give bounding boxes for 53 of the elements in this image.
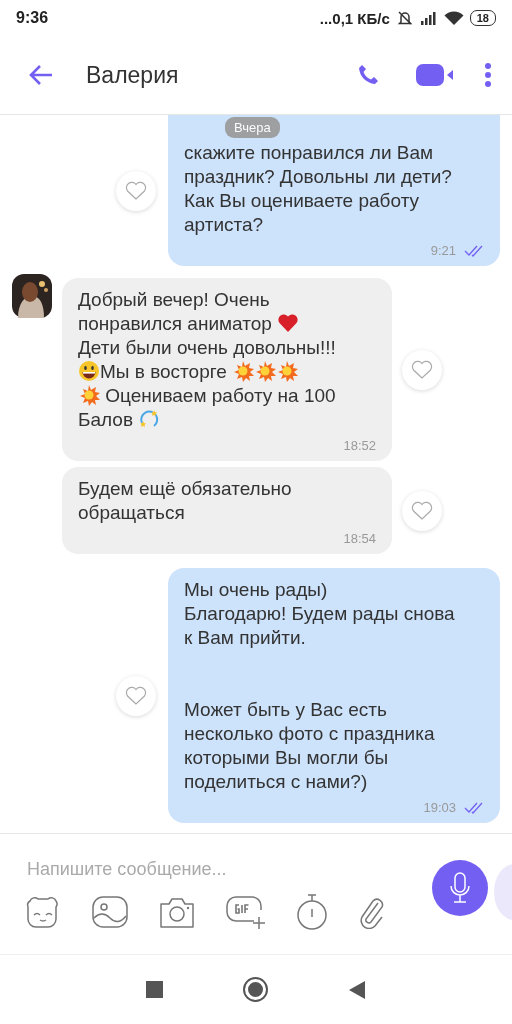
message-text: обращаться [78, 502, 185, 523]
message-text: к Вам прийти. [184, 627, 306, 648]
signal-icon [419, 11, 438, 25]
message-text: Оцениваем работу на 100 [104, 385, 336, 406]
muted-bell-icon [395, 9, 414, 27]
heart-outline-icon [125, 685, 147, 706]
heart-outline-icon [411, 500, 433, 521]
heart-outline-icon [411, 359, 433, 380]
burst-icon [78, 384, 100, 406]
more-menu-icon[interactable] [484, 63, 492, 87]
video-camera-icon[interactable] [416, 64, 454, 86]
heart-outline-icon [125, 180, 147, 201]
message-text: Балов [78, 409, 134, 430]
heart-icon [277, 312, 300, 334]
message-text: несколько фото с праздника [184, 723, 435, 744]
microphone-icon [448, 872, 472, 904]
message-text: Дети были очень довольны!!! [78, 337, 336, 358]
message-text: Мы в восторге [100, 361, 228, 382]
message-time: 9:21 [430, 243, 456, 258]
date-badge: Вчера [225, 117, 280, 138]
message-text: поделиться с нами?) [184, 771, 368, 792]
back-button[interactable] [348, 979, 366, 1000]
gallery-icon[interactable] [92, 895, 128, 928]
message-text: Может быть у Вас есть [184, 699, 387, 720]
dizzy-star-icon [138, 408, 161, 430]
back-arrow-icon[interactable] [28, 64, 54, 86]
message-text: Благодарю! Будем рады снова [184, 603, 455, 624]
network-speed: ...0,1 КБ/с [319, 9, 390, 27]
timer-icon[interactable] [296, 893, 328, 930]
battery-icon: 18 [469, 10, 496, 26]
message-text: понравился аниматор [78, 313, 273, 334]
home-button[interactable] [245, 979, 266, 1000]
message-text: Как Вы оцениваете работу [184, 190, 420, 211]
message-text: скажите понравился ли Вам [184, 142, 434, 163]
wifi-icon [443, 10, 464, 26]
burst-icon [232, 360, 255, 382]
phone-icon[interactable] [356, 63, 380, 87]
message-text: Добрый вечер! Очень [78, 289, 270, 310]
message-time: 18:52 [343, 438, 376, 453]
burst-icon [254, 360, 277, 382]
message-text: праздник? Довольны ли дети? [184, 166, 452, 187]
message-text: Будем ещё обязательно [78, 478, 292, 499]
clock-time: 9:36 [16, 9, 49, 27]
microphone-button[interactable] [432, 860, 488, 916]
smiley-icon [78, 360, 100, 382]
gif-add-icon[interactable] [226, 894, 266, 929]
contact-name: Валерия [86, 61, 180, 89]
message-text: которыми Вы могли бы [184, 747, 389, 768]
message-text: артиста? [184, 214, 264, 235]
message-text: Мы очень рады) [184, 579, 328, 600]
burst-icon [276, 360, 299, 382]
message-time: 18:54 [343, 531, 376, 546]
message-time: 19:03 [423, 800, 456, 815]
